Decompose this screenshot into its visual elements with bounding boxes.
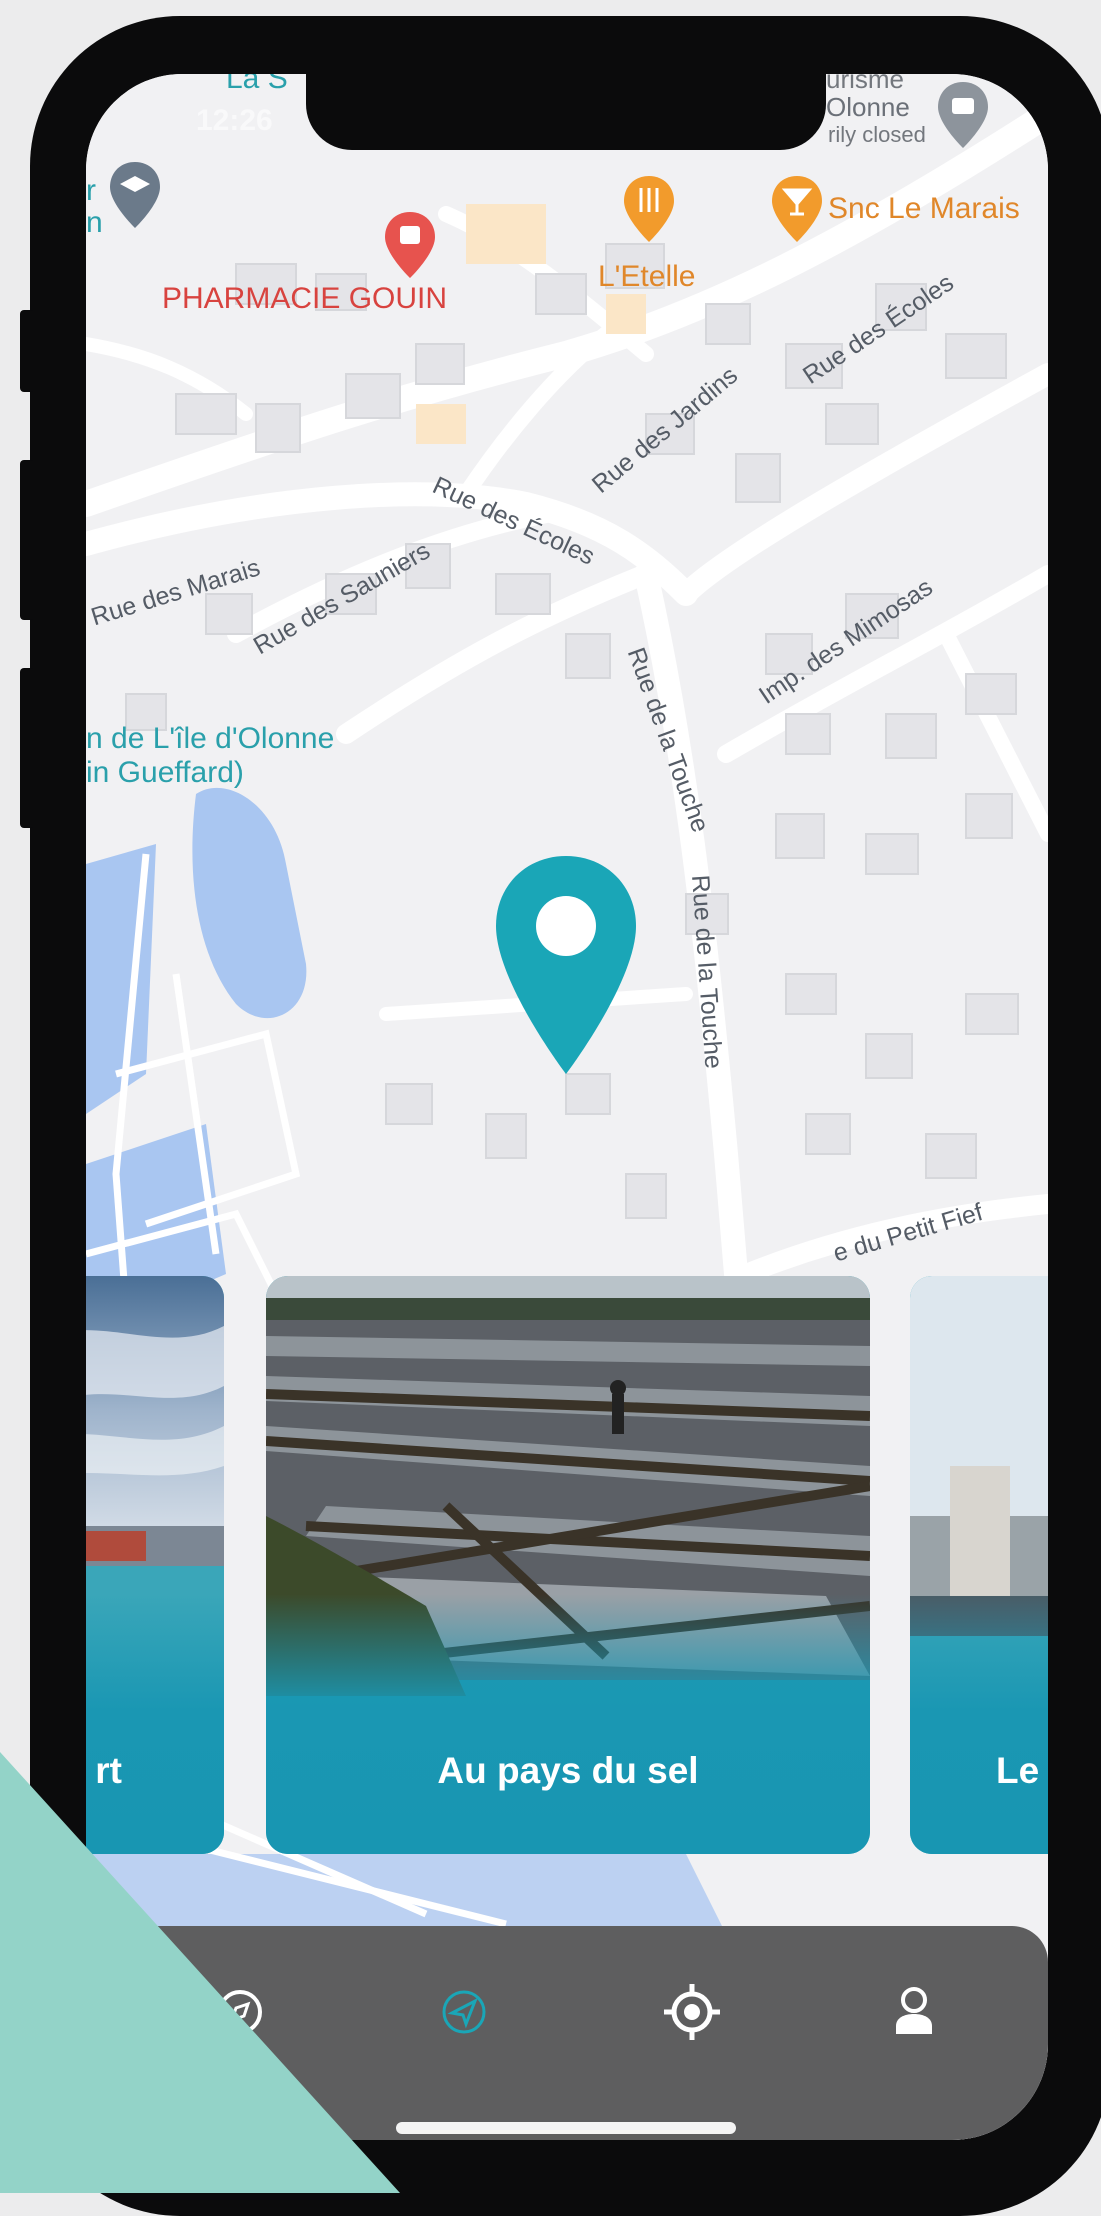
restaurant-marker-icon[interactable] [622,174,676,244]
poi-etelle-label[interactable]: L'Etelle [598,260,695,294]
poi-closed-label: rily closed [828,122,926,147]
pharmacy-marker-icon[interactable] [383,210,437,280]
card-gradient [86,1594,224,1854]
home-indicator [396,2122,736,2134]
card-gradient [266,1594,870,1854]
location-pin-icon[interactable] [492,852,640,1080]
poi-left-cut-2: n [86,206,103,239]
tourism-marker-icon[interactable] [936,80,990,150]
tour-card[interactable]: rt [86,1276,224,1854]
phone-side-button [20,668,34,828]
locate-target-icon[interactable] [660,1980,724,2044]
tour-card[interactable]: Le [910,1276,1048,1854]
poi-top-cut: La S [226,74,288,95]
card-title: rt [95,1750,122,1791]
poi-left-cut-1: r [86,174,96,207]
school-marker-icon[interactable] [108,160,162,230]
card-title: Le [996,1750,1040,1791]
notch [306,74,826,150]
tour-card-au-pays-du-sel[interactable]: Au pays du sel [266,1276,870,1854]
poi-snc-label[interactable]: Snc Le Marais [828,192,1020,226]
bottom-tab-bar [86,1926,1048,2140]
poi-top-right-cut: urisme [826,74,905,94]
user-icon[interactable] [882,1980,946,2044]
water-area [86,1854,726,1934]
card-gradient [910,1594,1048,1854]
phone-side-button [20,310,34,392]
card-title: Au pays du sel [437,1750,699,1791]
poi-pharmacie-label[interactable]: PHARMACIE GOUIN [162,282,447,316]
poi-olonne-label[interactable]: Olonne [826,92,910,123]
status-time: 12:26 [196,104,273,137]
app-screen: 12:26 PHARMACIE GOUIN L'Etelle Snc Le Ma… [86,74,1048,2140]
poi-salon-label-1[interactable]: n de L'île d'Olonne [86,722,334,756]
compass-icon[interactable] [208,1980,272,2044]
poi-salon-label-2[interactable]: in Gueffard) [86,756,244,790]
phone-side-button [20,460,34,620]
bar-marker-icon[interactable] [770,174,824,244]
navigation-arrow-icon[interactable] [432,1980,496,2044]
